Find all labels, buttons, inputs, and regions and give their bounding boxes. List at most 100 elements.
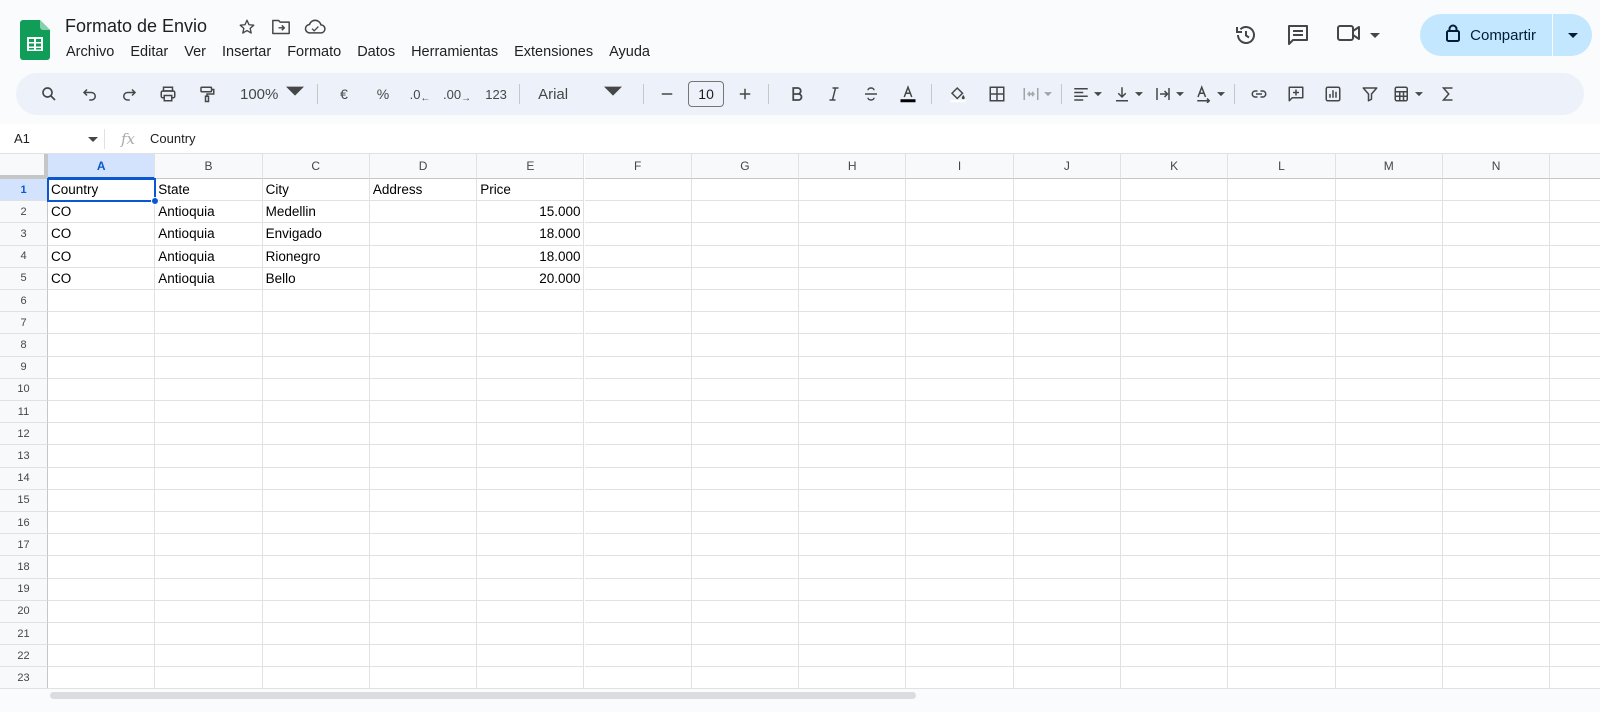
cell-e16[interactable] bbox=[477, 512, 585, 535]
cell-b5[interactable]: Antioquia bbox=[155, 267, 263, 290]
move-folder-icon[interactable] bbox=[270, 16, 292, 38]
column-header-partial[interactable] bbox=[1550, 154, 1600, 179]
cell-j22[interactable] bbox=[1013, 645, 1121, 668]
cell-l15[interactable] bbox=[1228, 489, 1336, 512]
cell-f22[interactable] bbox=[584, 645, 692, 668]
cell-b16[interactable] bbox=[155, 512, 263, 535]
cell-l19[interactable] bbox=[1228, 578, 1336, 601]
cell-i8[interactable] bbox=[906, 334, 1014, 357]
cell-b15[interactable] bbox=[155, 489, 263, 512]
text-rotation-icon[interactable] bbox=[1195, 80, 1226, 108]
star-icon[interactable] bbox=[236, 16, 258, 38]
cell-e22[interactable] bbox=[477, 645, 585, 668]
cell-a21[interactable] bbox=[48, 623, 156, 646]
cell-a6[interactable] bbox=[48, 290, 156, 313]
cell-l11[interactable] bbox=[1228, 401, 1336, 424]
horizontal-align-icon[interactable] bbox=[1072, 80, 1103, 108]
cell-i12[interactable] bbox=[906, 423, 1014, 446]
menu-archivo[interactable]: Archivo bbox=[58, 42, 122, 62]
cell-k2[interactable] bbox=[1121, 201, 1229, 224]
row-header-21[interactable]: 21 bbox=[0, 623, 48, 646]
meet-button[interactable] bbox=[1336, 22, 1392, 49]
cell-j12[interactable] bbox=[1013, 423, 1121, 446]
cell-n22[interactable] bbox=[1442, 645, 1551, 668]
cell-i3[interactable] bbox=[906, 223, 1014, 246]
column-header-k[interactable]: K bbox=[1121, 154, 1229, 179]
cell-i16[interactable] bbox=[906, 512, 1014, 535]
cell-b9[interactable] bbox=[155, 356, 263, 379]
cell-j7[interactable] bbox=[1013, 312, 1121, 335]
row-header-20[interactable]: 20 bbox=[0, 600, 48, 623]
cell-h21[interactable] bbox=[799, 623, 907, 646]
column-header-e[interactable]: E bbox=[477, 154, 585, 179]
cell-e11[interactable] bbox=[477, 401, 585, 424]
text-color-icon[interactable] bbox=[894, 80, 922, 108]
row-header-10[interactable]: 10 bbox=[0, 378, 48, 401]
cell-f23[interactable] bbox=[585, 667, 692, 688]
cell-m15[interactable] bbox=[1335, 489, 1443, 512]
cell-i17[interactable] bbox=[906, 534, 1014, 557]
decrease-decimal-button[interactable]: .0 ← bbox=[406, 80, 434, 108]
cell-k23[interactable] bbox=[1121, 667, 1229, 688]
cell-c22[interactable] bbox=[262, 645, 370, 668]
cell-d7[interactable] bbox=[369, 312, 478, 335]
row-header-8[interactable]: 8 bbox=[0, 334, 48, 357]
cell-h1[interactable] bbox=[799, 179, 907, 202]
cell-d9[interactable] bbox=[369, 356, 478, 379]
cell-e21[interactable] bbox=[477, 623, 585, 646]
cell-d11[interactable] bbox=[369, 401, 478, 424]
redo-icon[interactable] bbox=[115, 80, 143, 108]
cell-n5[interactable] bbox=[1442, 267, 1551, 290]
cell-j17[interactable] bbox=[1013, 534, 1121, 557]
cell-o15[interactable] bbox=[1550, 490, 1600, 512]
cell-a2[interactable]: CO bbox=[48, 201, 156, 224]
cell-h9[interactable] bbox=[799, 356, 907, 379]
cell-m9[interactable] bbox=[1335, 356, 1443, 379]
cell-o3[interactable] bbox=[1550, 223, 1600, 246]
percent-format-button[interactable]: % bbox=[369, 80, 397, 108]
share-dropdown[interactable] bbox=[1552, 14, 1592, 56]
cell-a8[interactable] bbox=[48, 334, 156, 357]
row-header-3[interactable]: 3 bbox=[0, 223, 48, 246]
cell-c18[interactable] bbox=[262, 556, 370, 579]
menu-formato[interactable]: Formato bbox=[279, 42, 349, 62]
cell-i10[interactable] bbox=[906, 378, 1014, 401]
cell-m5[interactable] bbox=[1335, 267, 1443, 290]
cell-d19[interactable] bbox=[369, 578, 478, 601]
cell-i1[interactable] bbox=[906, 179, 1014, 202]
column-header-a[interactable]: A bbox=[48, 154, 156, 179]
cloud-saved-icon[interactable] bbox=[304, 16, 326, 38]
paint-format-icon[interactable] bbox=[193, 80, 221, 108]
cell-d20[interactable] bbox=[369, 600, 478, 623]
cell-l22[interactable] bbox=[1228, 645, 1336, 668]
cell-i2[interactable] bbox=[906, 201, 1014, 224]
cell-g14[interactable] bbox=[691, 467, 800, 490]
cell-g13[interactable] bbox=[691, 445, 800, 468]
cell-e14[interactable] bbox=[477, 467, 585, 490]
column-header-i[interactable]: I bbox=[906, 154, 1014, 179]
cell-n19[interactable] bbox=[1442, 578, 1551, 601]
cell-f11[interactable] bbox=[584, 401, 692, 424]
cell-e7[interactable] bbox=[477, 312, 585, 335]
cell-a12[interactable] bbox=[48, 423, 156, 446]
cell-a18[interactable] bbox=[48, 556, 156, 579]
row-header-18[interactable]: 18 bbox=[0, 556, 48, 579]
cell-o17[interactable] bbox=[1550, 534, 1600, 557]
cell-g16[interactable] bbox=[691, 512, 800, 535]
cell-f2[interactable] bbox=[584, 201, 692, 224]
cell-n9[interactable] bbox=[1442, 356, 1551, 379]
font-size-input[interactable]: 10 bbox=[688, 81, 725, 107]
cell-i7[interactable] bbox=[906, 312, 1014, 335]
cell-i9[interactable] bbox=[906, 356, 1014, 379]
cell-b4[interactable]: Antioquia bbox=[155, 245, 263, 268]
cell-j20[interactable] bbox=[1013, 600, 1121, 623]
cell-b18[interactable] bbox=[155, 556, 263, 579]
cell-h10[interactable] bbox=[799, 378, 907, 401]
fill-color-icon[interactable] bbox=[944, 80, 972, 108]
row-header-11[interactable]: 11 bbox=[0, 401, 48, 424]
row-header-7[interactable]: 7 bbox=[0, 312, 48, 335]
cell-a16[interactable] bbox=[48, 512, 156, 535]
cell-m2[interactable] bbox=[1335, 201, 1443, 224]
cell-a23[interactable] bbox=[48, 667, 156, 688]
cell-b20[interactable] bbox=[155, 600, 263, 623]
